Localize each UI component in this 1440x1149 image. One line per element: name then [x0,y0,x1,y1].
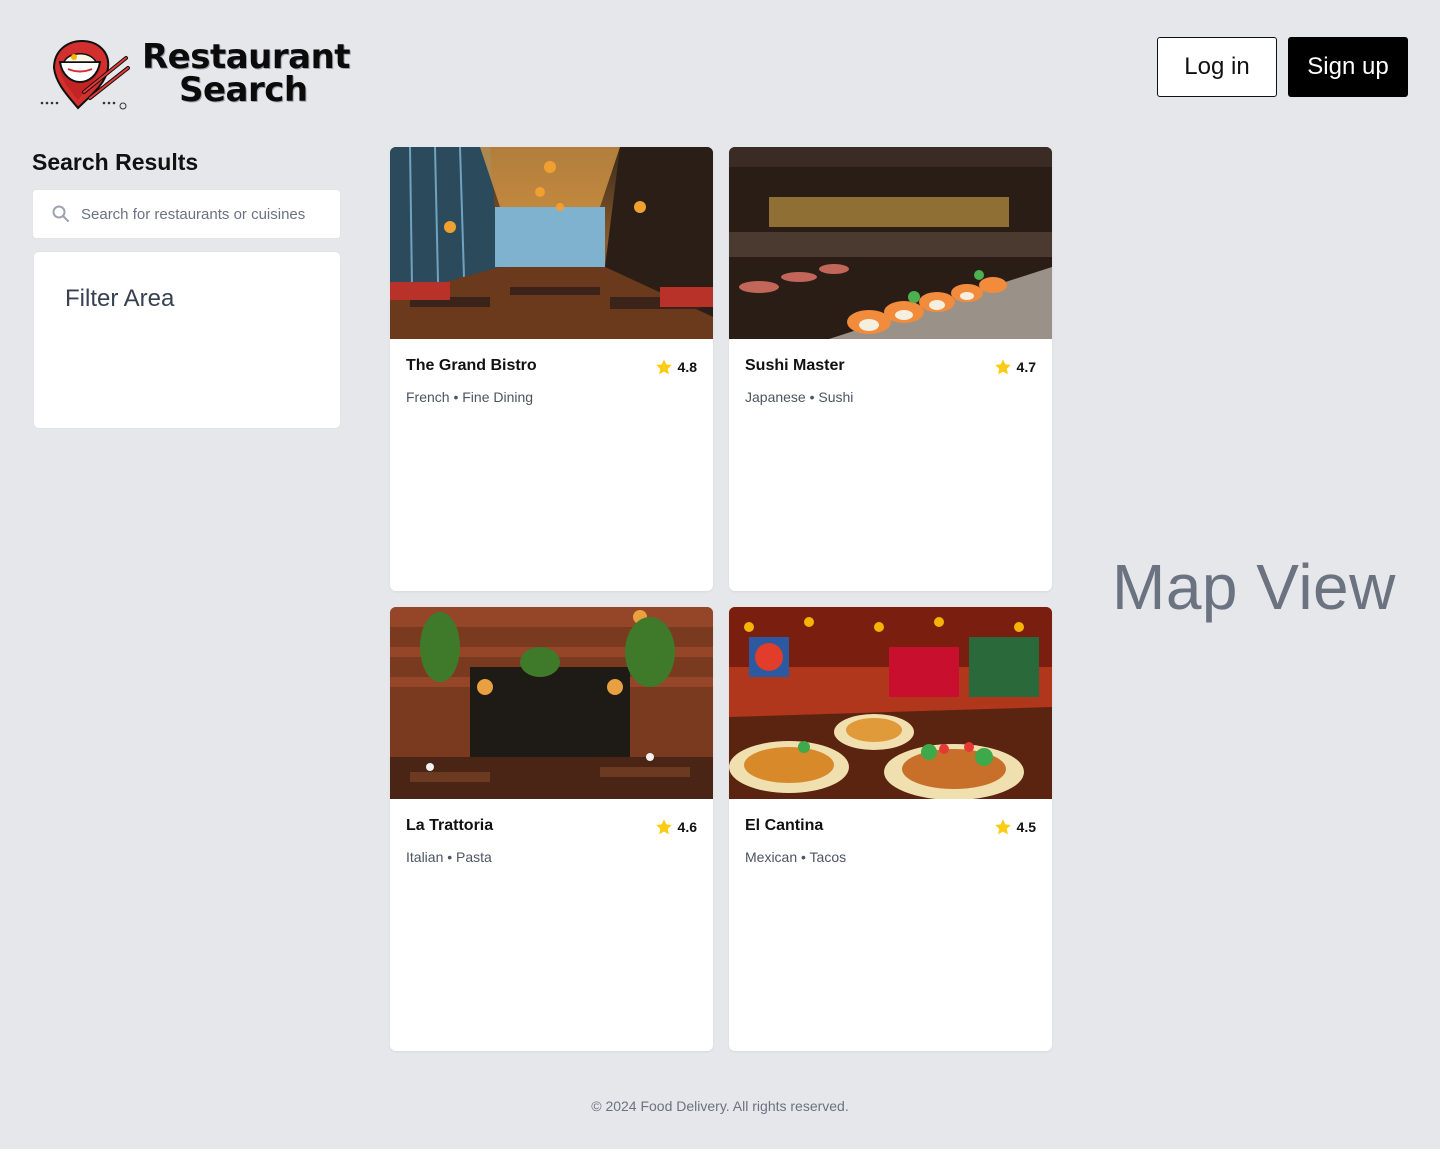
search-results-title: Search Results [32,149,199,175]
star-icon [994,819,1011,835]
rating-value: 4.7 [1016,359,1036,375]
restaurant-rating: 4.7 [994,358,1036,376]
restaurant-card[interactable]: Sushi Master 4.7 Japanese • Sushi [729,147,1052,591]
restaurant-name[interactable]: Sushi Master [745,357,845,375]
restaurant-name[interactable]: El Cantina [745,817,823,835]
footer-copyright: © 2024 Food Delivery. All rights reserve… [591,1098,849,1114]
restaurant-rating: 4.6 [655,818,697,836]
logo-line2: Search [179,70,308,110]
map-view-placeholder[interactable]: Map View [1112,550,1396,624]
filter-area-label: Filter Area [65,285,175,312]
logo-wordmark: Restaurant Search [142,40,351,110]
star-icon [994,359,1011,375]
restaurant-name[interactable]: The Grand Bistro [406,357,537,375]
restaurant-card[interactable]: La Trattoria 4.6 Italian • Pasta [390,607,713,1051]
restaurant-image [390,607,713,799]
restaurant-cuisine: Italian • Pasta [406,849,492,865]
restaurant-cuisine: Mexican • Tacos [745,849,847,865]
restaurant-rating: 4.5 [994,818,1036,836]
star-icon [655,359,672,375]
restaurant-name[interactable]: La Trattoria [406,817,493,835]
restaurant-image [390,147,713,339]
bowl-chopsticks-pin-logo-icon [40,39,130,110]
star-icon [655,819,672,835]
rating-value: 4.6 [677,819,697,835]
site-logo[interactable]: Restaurant Search [38,34,351,114]
signup-button[interactable]: Sign up [1288,37,1408,97]
filter-area: Filter Area [33,251,341,429]
login-button[interactable]: Log in [1157,37,1277,97]
restaurant-card[interactable]: El Cantina 4.5 Mexican • Tacos [729,607,1052,1051]
restaurant-image [729,607,1052,799]
search-icon [51,204,71,224]
search-input[interactable] [81,205,340,223]
rating-value: 4.8 [677,359,697,375]
rating-value: 4.5 [1016,819,1036,835]
restaurant-rating: 4.8 [655,358,697,376]
restaurant-cuisine: French • Fine Dining [406,389,534,405]
search-field[interactable] [32,189,341,239]
restaurant-card[interactable]: The Grand Bistro 4.8 French • Fine Dinin… [390,147,713,591]
restaurant-cuisine: Japanese • Sushi [745,389,854,405]
restaurant-image [729,147,1052,339]
